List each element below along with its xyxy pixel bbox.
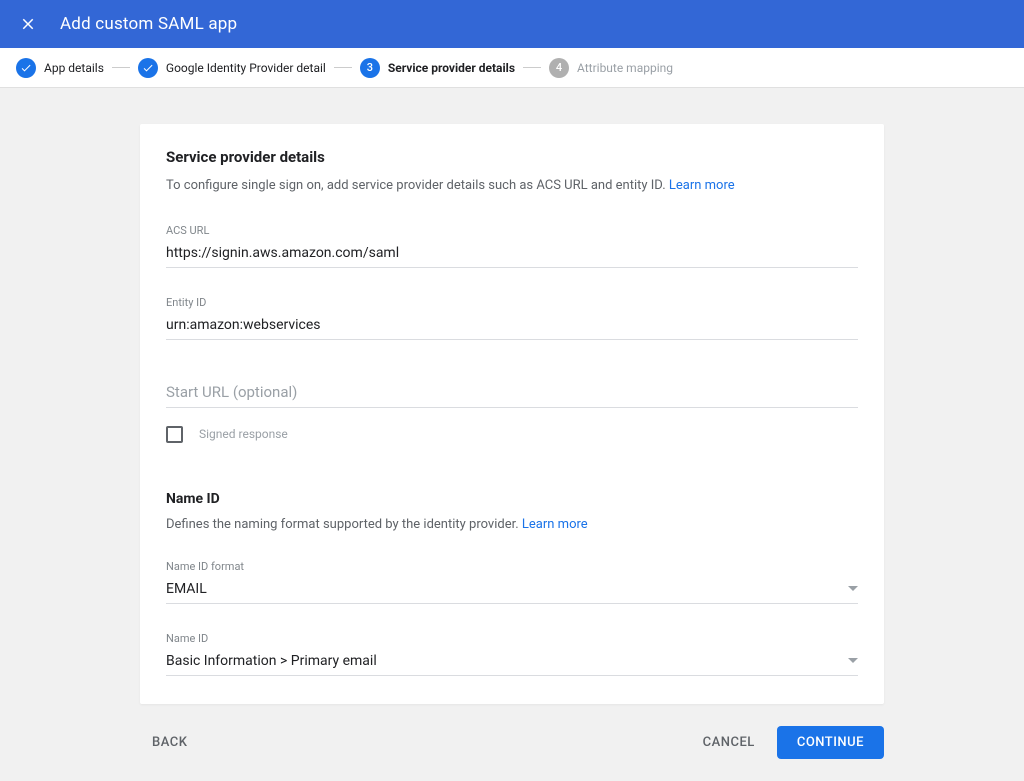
step-label: App details — [44, 61, 104, 75]
name-id-format-select[interactable]: EMAIL — [166, 576, 858, 604]
name-id-field: Name ID Basic Information > Primary emai… — [166, 632, 858, 676]
footer-actions: BACK CANCEL CONTINUE — [140, 704, 884, 781]
step-label: Google Identity Provider details — [166, 61, 326, 75]
name-id-format-field: Name ID format EMAIL — [166, 560, 858, 604]
step-label: Attribute mapping — [577, 61, 673, 75]
step-number-icon: 3 — [360, 58, 380, 78]
name-id-description: Defines the naming format supported by t… — [166, 517, 858, 532]
top-header: Add custom SAML app — [0, 0, 1024, 48]
name-id-title: Name ID — [166, 491, 858, 507]
card-description: To configure single sign on, add service… — [166, 176, 858, 196]
entity-id-input[interactable] — [166, 312, 858, 340]
step-connector — [112, 67, 130, 68]
step-app-details[interactable]: App details — [16, 58, 104, 78]
step-connector — [523, 67, 541, 68]
stepper-bar: App details Google Identity Provider det… — [0, 48, 1024, 88]
step-connector — [334, 67, 352, 68]
learn-more-link[interactable]: Learn more — [522, 517, 588, 532]
acs-url-input[interactable] — [166, 240, 858, 268]
step-attribute-mapping[interactable]: 4 Attribute mapping — [549, 58, 673, 78]
name-id-select[interactable]: Basic Information > Primary email — [166, 648, 858, 676]
name-id-value: Basic Information > Primary email — [166, 653, 377, 669]
acs-url-label: ACS URL — [166, 224, 858, 237]
name-id-section: Name ID Defines the naming format suppor… — [166, 491, 858, 676]
start-url-field — [166, 378, 858, 408]
cancel-button[interactable]: CANCEL — [691, 726, 767, 759]
name-id-format-label: Name ID format — [166, 560, 858, 573]
card-title: Service provider details — [166, 148, 858, 166]
step-number-icon: 4 — [549, 58, 569, 78]
card-desc-text: To configure single sign on, add service… — [166, 178, 666, 193]
step-google-idp[interactable]: Google Identity Provider details — [138, 58, 326, 78]
signed-response-label: Signed response — [199, 427, 288, 441]
back-button[interactable]: BACK — [140, 727, 199, 758]
check-icon — [16, 58, 36, 78]
step-label: Service provider details — [388, 61, 515, 75]
close-icon[interactable] — [16, 12, 40, 36]
signed-response-row: Signed response — [166, 426, 858, 443]
entity-id-field: Entity ID — [166, 296, 858, 340]
learn-more-link[interactable]: Learn more — [669, 178, 735, 193]
name-id-format-value: EMAIL — [166, 581, 207, 597]
name-id-label: Name ID — [166, 632, 858, 645]
continue-button[interactable]: CONTINUE — [777, 726, 884, 759]
step-service-provider[interactable]: 3 Service provider details — [360, 58, 515, 78]
chevron-down-icon — [848, 658, 858, 663]
name-id-desc-text: Defines the naming format supported by t… — [166, 517, 519, 532]
form-card: Service provider details To configure si… — [140, 124, 884, 704]
chevron-down-icon — [848, 586, 858, 591]
entity-id-label: Entity ID — [166, 296, 858, 309]
page-body: Service provider details To configure si… — [0, 88, 1024, 781]
acs-url-field: ACS URL — [166, 224, 858, 268]
signed-response-checkbox[interactable] — [166, 426, 183, 443]
page-title: Add custom SAML app — [60, 14, 237, 34]
check-icon — [138, 58, 158, 78]
start-url-input[interactable] — [166, 378, 858, 408]
